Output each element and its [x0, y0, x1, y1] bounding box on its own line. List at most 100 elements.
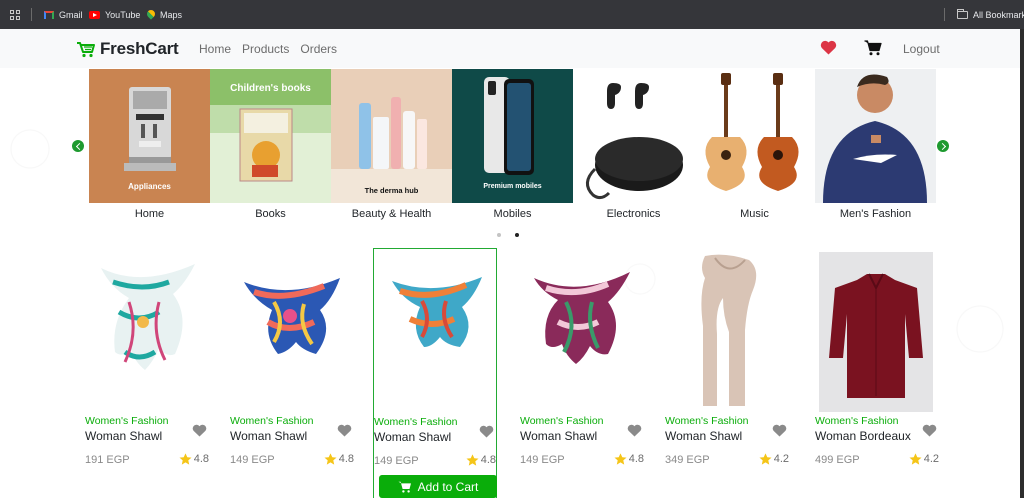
rating-value: 4.8 — [628, 453, 644, 465]
product-image — [819, 252, 933, 412]
nav-links: Home Products Orders — [199, 42, 337, 56]
apps-grid-icon[interactable] — [10, 10, 20, 20]
product-rating: 4.8 — [466, 454, 496, 466]
youtube-icon — [89, 11, 100, 19]
product-price: 191 EGP — [85, 454, 130, 466]
maps-icon — [147, 10, 155, 20]
product-title: Woman Shawl — [85, 429, 163, 443]
product-card[interactable]: Women's Fashion Woman Shawl 349 EGP 4.2 — [665, 248, 789, 498]
product-category: Women's Fashion — [230, 415, 314, 427]
all-bookmarks-label: All Bookmarks — [973, 10, 1024, 20]
category-image: Premium mobiles — [452, 69, 573, 203]
wishlist-heart-icon[interactable] — [627, 424, 642, 437]
category-card-mens-fashion[interactable]: Men's Fashion — [815, 69, 936, 232]
page-content: FreshCart Home Products Orders Logout Ap… — [0, 29, 1024, 498]
category-card-electronics[interactable]: Electronics — [573, 69, 694, 232]
product-rating: 4.2 — [909, 453, 939, 465]
product-card-hovered[interactable]: Women's Fashion Woman Shawl 149 EGP 4.8 … — [373, 248, 497, 498]
rating-value: 4.2 — [923, 453, 939, 465]
product-card[interactable]: Women's Fashion Woman Shawl 149 EGP 4.8 — [520, 248, 644, 498]
add-to-cart-button[interactable]: Add to Cart — [379, 475, 497, 498]
rating-value: 4.2 — [773, 453, 789, 465]
brand-logo[interactable]: FreshCart — [76, 39, 179, 59]
category-image: The derma hub — [331, 69, 452, 203]
bookmark-label: YouTube — [105, 10, 141, 20]
category-image: Appliances — [89, 69, 210, 203]
category-image: Children's books — [210, 69, 331, 203]
product-title: Woman Shawl — [230, 429, 308, 443]
category-image-caption: Children's books — [230, 83, 311, 94]
product-category: Women's Fashion — [665, 415, 749, 427]
slider-prev-arrow[interactable] — [72, 140, 84, 152]
product-image — [89, 252, 203, 412]
rating-value: 4.8 — [480, 454, 496, 466]
cart-logo-icon — [77, 41, 95, 57]
bookmark-youtube[interactable]: YouTube — [89, 10, 140, 20]
category-image-caption: Appliances — [128, 182, 171, 191]
rating-value: 4.8 — [193, 453, 209, 465]
product-image — [524, 252, 638, 412]
wishlist-heart-icon[interactable] — [772, 424, 787, 437]
category-name: Men's Fashion — [839, 208, 912, 220]
star-icon — [179, 453, 192, 465]
add-to-cart-label: Add to Cart — [417, 479, 479, 494]
category-card-beauty-health[interactable]: The derma hub Beauty & Health — [331, 69, 452, 232]
wishlist-heart-icon[interactable] — [337, 424, 352, 437]
rating-value: 4.8 — [338, 453, 354, 465]
product-image — [378, 253, 492, 413]
product-price: 349 EGP — [665, 454, 710, 466]
all-bookmarks-button[interactable]: All Bookmarks — [957, 9, 1024, 20]
slider-dot[interactable] — [497, 233, 501, 237]
product-price: 149 EGP — [230, 454, 275, 466]
bookmarks-separator — [31, 8, 32, 21]
gmail-icon — [44, 11, 54, 19]
wishlist-heart-icon[interactable] — [922, 424, 937, 437]
slider-next-arrow[interactable] — [937, 140, 949, 152]
logout-link[interactable]: Logout — [903, 42, 940, 56]
product-title: Woman Shawl — [374, 430, 452, 444]
product-category: Women's Fashion — [85, 415, 169, 427]
slider-dot-active[interactable] — [515, 233, 519, 237]
cart-plus-icon — [398, 481, 411, 493]
product-card[interactable]: Women's Fashion Woman Bordeaux 499 EGP 4… — [815, 248, 939, 498]
product-rating: 4.8 — [324, 453, 354, 465]
product-card[interactable]: Women's Fashion Woman Shawl 191 EGP 4.8 — [85, 248, 209, 498]
wishlist-heart-icon[interactable] — [479, 425, 494, 438]
brand-name: FreshCart — [100, 39, 179, 58]
product-price: 149 EGP — [374, 455, 419, 467]
nav-link-products[interactable]: Products — [242, 42, 289, 56]
bookmark-label: Gmail — [59, 10, 83, 20]
product-category: Women's Fashion — [815, 415, 899, 427]
category-card-mobiles[interactable]: Premium mobiles Mobiles — [452, 69, 573, 232]
nav-link-orders[interactable]: Orders — [300, 42, 337, 56]
wishlist-heart-icon[interactable] — [192, 424, 207, 437]
product-card[interactable]: Women's Fashion Woman Shawl 149 EGP 4.8 — [230, 248, 354, 498]
cart-button[interactable] — [864, 40, 882, 61]
bookmark-gmail[interactable]: Gmail — [44, 10, 83, 20]
category-name: Mobiles — [493, 208, 532, 220]
star-icon — [466, 454, 479, 466]
bookmark-maps[interactable]: Maps — [147, 10, 182, 20]
category-image — [694, 69, 815, 203]
category-name: Electronics — [606, 208, 661, 220]
category-card-books[interactable]: Children's books Books — [210, 69, 331, 232]
product-title: Woman Bordeaux — [815, 429, 911, 443]
nav-link-home[interactable]: Home — [199, 42, 231, 56]
product-category: Women's Fashion — [374, 416, 458, 428]
category-card-home[interactable]: Appliances Home — [89, 69, 210, 232]
star-icon — [759, 453, 772, 465]
folder-icon — [957, 9, 968, 19]
category-image — [573, 69, 694, 203]
wishlist-button[interactable] — [820, 40, 837, 60]
category-name: Music — [740, 208, 769, 220]
bookmark-label: Maps — [160, 10, 183, 20]
product-title: Woman Shawl — [665, 429, 743, 443]
bookmarks-bar: Gmail YouTube Maps All Bookmarks — [0, 0, 1024, 29]
product-rating: 4.8 — [179, 453, 209, 465]
category-name: Books — [255, 208, 286, 220]
product-rating: 4.8 — [614, 453, 644, 465]
product-image — [234, 252, 348, 412]
star-icon — [614, 453, 627, 465]
star-icon — [324, 453, 337, 465]
category-card-music[interactable]: Music — [694, 69, 815, 232]
